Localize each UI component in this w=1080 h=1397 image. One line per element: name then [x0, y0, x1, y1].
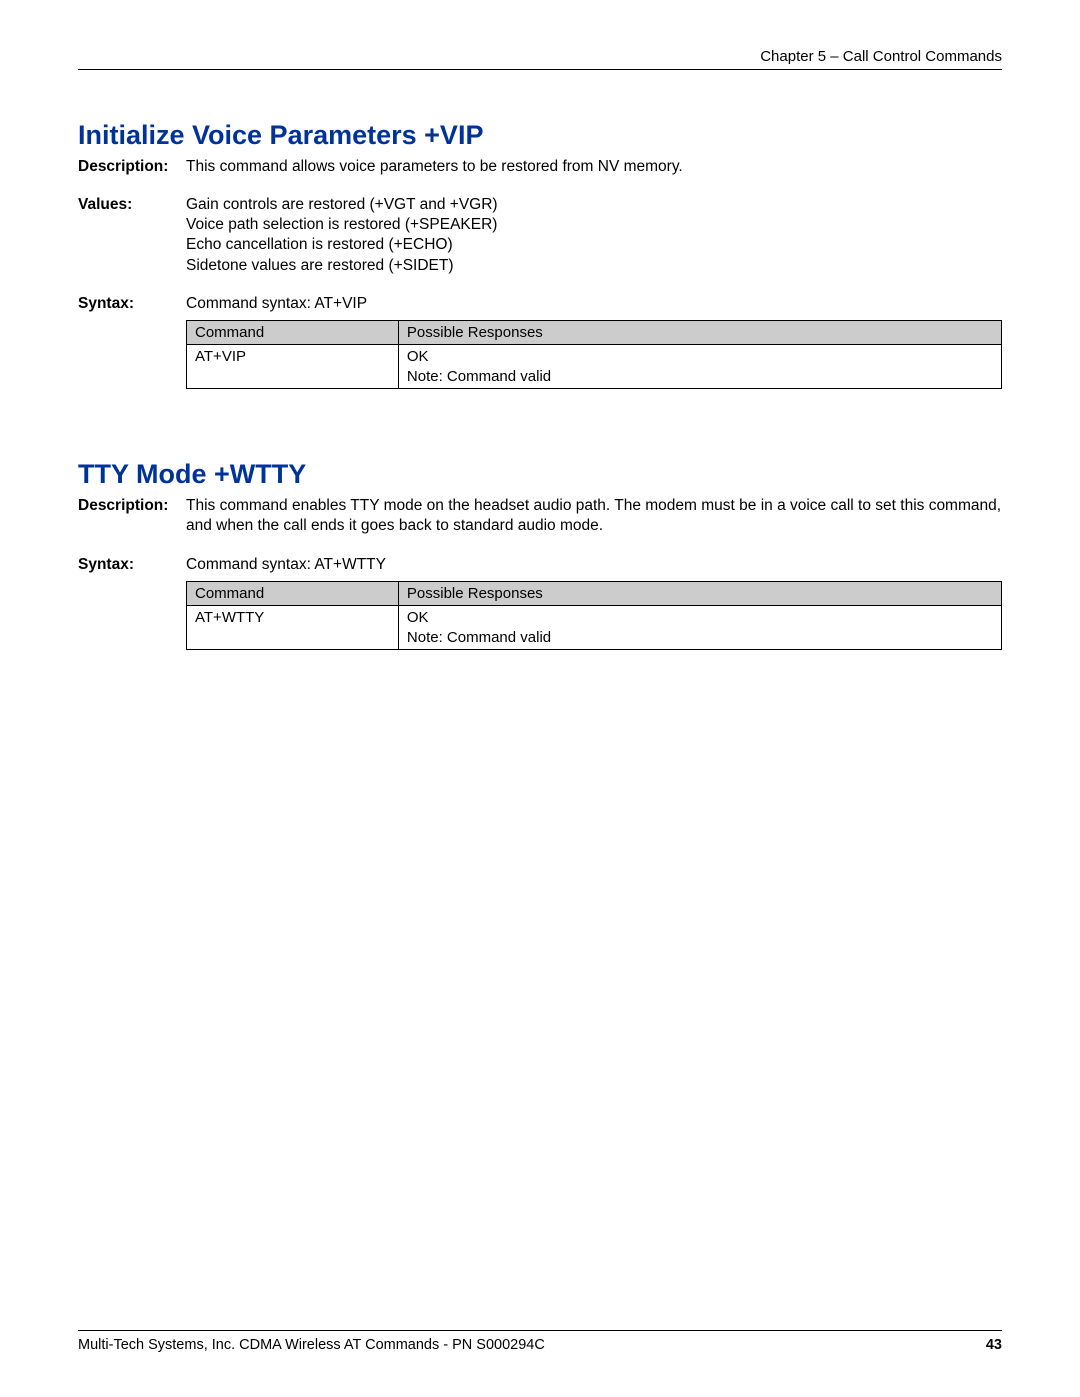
page-number: 43 — [986, 1337, 1002, 1353]
th-responses: Possible Responses — [398, 320, 1001, 345]
vip-syntax-body: Command syntax: AT+VIP Command Possible … — [186, 294, 1002, 390]
vip-values-text: Gain controls are restored (+VGT and +VG… — [186, 195, 1002, 276]
label-syntax: Syntax: — [78, 555, 186, 575]
wtty-syntax-text: Command syntax: AT+WTTY — [186, 555, 1002, 575]
table-header-row: Command Possible Responses — [187, 581, 1002, 606]
footer-text: Multi-Tech Systems, Inc. CDMA Wireless A… — [78, 1337, 545, 1353]
value-line: Gain controls are restored (+VGT and +VG… — [186, 195, 1002, 215]
value-line: Sidetone values are restored (+SIDET) — [186, 256, 1002, 276]
section-title-wtty: TTY Mode +WTTY — [78, 459, 1002, 490]
td-response: OK Note: Command valid — [398, 606, 1001, 650]
vip-description-row: Description: This command allows voice p… — [78, 157, 1002, 177]
response-note: Note: Command valid — [407, 629, 551, 646]
value-line: Voice path selection is restored (+SPEAK… — [186, 215, 1002, 235]
table-header-row: Command Possible Responses — [187, 320, 1002, 345]
section-title-vip: Initialize Voice Parameters +VIP — [78, 120, 1002, 151]
label-description: Description: — [78, 157, 186, 177]
label-values: Values: — [78, 195, 186, 215]
page-content: Chapter 5 – Call Control Commands Initia… — [0, 0, 1080, 650]
vip-description-text: This command allows voice parameters to … — [186, 157, 1002, 177]
vip-values-row: Values: Gain controls are restored (+VGT… — [78, 195, 1002, 276]
vip-syntax-row: Syntax: Command syntax: AT+VIP Command P… — [78, 294, 1002, 390]
response-ok: OK — [407, 609, 429, 626]
vip-syntax-text: Command syntax: AT+VIP — [186, 294, 1002, 314]
table-row: AT+VIP OK Note: Command valid — [187, 345, 1002, 389]
table-row: AT+WTTY OK Note: Command valid — [187, 606, 1002, 650]
td-response: OK Note: Command valid — [398, 345, 1001, 389]
th-command: Command — [187, 320, 399, 345]
page-footer: Multi-Tech Systems, Inc. CDMA Wireless A… — [78, 1330, 1002, 1353]
wtty-description-text: This command enables TTY mode on the hea… — [186, 496, 1002, 536]
wtty-syntax-body: Command syntax: AT+WTTY Command Possible… — [186, 555, 1002, 651]
response-note: Note: Command valid — [407, 368, 551, 385]
vip-command-table: Command Possible Responses AT+VIP OK Not… — [186, 320, 1002, 390]
wtty-description-row: Description: This command enables TTY mo… — [78, 496, 1002, 536]
label-syntax: Syntax: — [78, 294, 186, 314]
wtty-syntax-row: Syntax: Command syntax: AT+WTTY Command … — [78, 555, 1002, 651]
footer-rule — [78, 1330, 1002, 1331]
th-command: Command — [187, 581, 399, 606]
wtty-command-table: Command Possible Responses AT+WTTY OK No… — [186, 581, 1002, 651]
response-ok: OK — [407, 348, 429, 365]
chapter-header: Chapter 5 – Call Control Commands — [78, 48, 1002, 69]
value-line: Echo cancellation is restored (+ECHO) — [186, 235, 1002, 255]
section-wtty: TTY Mode +WTTY Description: This command… — [78, 459, 1002, 650]
td-command: AT+WTTY — [187, 606, 399, 650]
section-vip: Initialize Voice Parameters +VIP Descrip… — [78, 120, 1002, 389]
header-rule — [78, 69, 1002, 70]
th-responses: Possible Responses — [398, 581, 1001, 606]
td-command: AT+VIP — [187, 345, 399, 389]
label-description: Description: — [78, 496, 186, 516]
